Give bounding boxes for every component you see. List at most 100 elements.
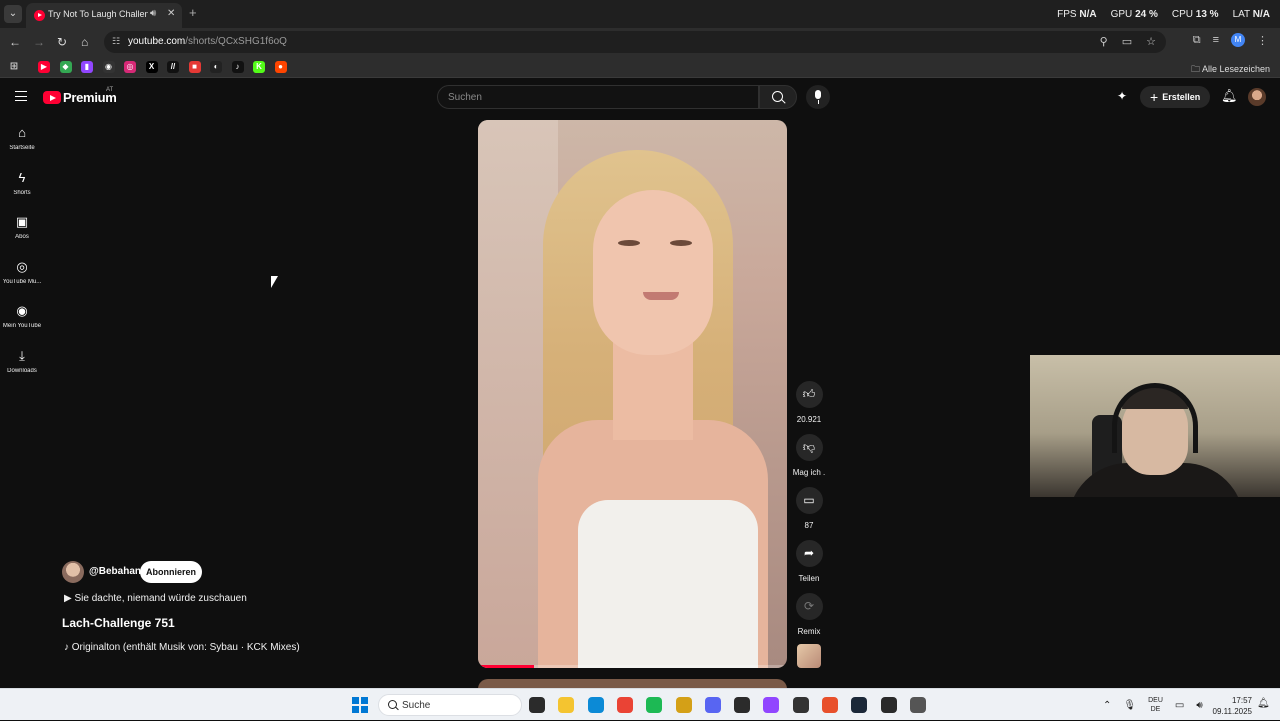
all-bookmarks-link[interactable]: 🗀︎ Alle Lesezeichen — [1191, 62, 1270, 78]
keyboard-language[interactable]: DEU DE — [1148, 696, 1163, 714]
menu-hamburger-icon[interactable] — [15, 91, 27, 101]
game-launcher-icon[interactable] — [822, 697, 838, 713]
sidebar-item-abos[interactable]: ▣ Abos — [0, 214, 44, 241]
zoom-icon[interactable]: ⚲ — [1100, 35, 1108, 48]
subscribe-button[interactable]: Abonnieren — [140, 561, 202, 583]
circle-app-icon[interactable]: ◐ — [210, 61, 222, 73]
plus-icon: + — [1150, 89, 1159, 105]
create-button[interactable]: + Erstellen — [1140, 86, 1211, 108]
search-button[interactable] — [759, 85, 797, 109]
perf-stat-cpu: CPU 13 % — [1171, 9, 1219, 20]
twitch-icon[interactable] — [763, 697, 780, 713]
microphone-icon[interactable]: 🎙︎ — [1123, 700, 1136, 711]
notification-icon[interactable]: 🔔︎ — [1257, 698, 1270, 709]
obs-icon[interactable] — [734, 697, 751, 713]
sidebar-item-shorts[interactable]: ϟ Shorts — [0, 170, 44, 196]
sound-attribution[interactable]: ♪ Originalton (enthält Musik von: Sybau … — [64, 642, 300, 653]
tab-search-button[interactable]: ⌄ — [4, 5, 22, 23]
extensions-icon[interactable]: ⧉ — [1193, 34, 1201, 47]
account-avatar[interactable] — [1248, 88, 1267, 106]
volume-icon[interactable]: 🔊︎ — [1196, 700, 1202, 711]
slash-icon[interactable]: // — [167, 61, 179, 73]
video-progress-bar[interactable] — [478, 665, 787, 668]
back-arrow-icon[interactable]: ← — [9, 35, 21, 49]
taskbar-clock[interactable]: 17:57 09.11.2025 — [1212, 695, 1252, 717]
sidebar-item-label: Mein YouTube — [2, 323, 42, 329]
browser-tab-active[interactable]: Try Not To Laugh Challenge 🔊︎ ✕ — [26, 3, 182, 28]
reload-icon[interactable]: ↻ — [57, 35, 67, 49]
colorful-icon[interactable]: ◆ — [59, 61, 72, 73]
user-icon: ◉ — [16, 303, 28, 318]
video-face — [593, 190, 713, 355]
chrome-icon[interactable] — [616, 697, 633, 713]
toolbar-right: ⧉ ≡ M ⋮ — [1193, 33, 1268, 47]
dislike-action: 👎︎ Mag ich . — [788, 434, 830, 477]
ring-app-icon[interactable] — [909, 697, 926, 713]
search-icon — [772, 91, 783, 102]
close-icon[interactable]: ✕ — [167, 8, 175, 19]
youtube-logo-icon[interactable] — [43, 91, 61, 104]
remix-icon[interactable]: ⟳ — [795, 593, 823, 620]
discord-icon[interactable] — [704, 697, 721, 713]
bookmark-star-icon[interactable]: ☆ — [1146, 35, 1156, 48]
chevron-up-icon[interactable]: ⌃ — [1103, 700, 1111, 711]
subscriptions-icon: ▣ — [15, 214, 29, 229]
profile-avatar[interactable]: M — [1231, 33, 1245, 47]
notifications-bell-icon[interactable]: 🔔︎ — [1220, 88, 1238, 106]
menu-dots-icon[interactable]: ⋮ — [1257, 34, 1268, 47]
file-explorer-dark-icon[interactable] — [529, 697, 545, 713]
red-app-icon[interactable]: ■ — [188, 61, 201, 73]
voice-search-button[interactable] — [806, 85, 830, 109]
twitch-icon[interactable]: ▮ — [81, 61, 93, 73]
spotify-icon[interactable] — [646, 697, 663, 713]
epic-games-icon[interactable] — [880, 697, 897, 713]
dislike-label: Mag ich . — [792, 468, 826, 477]
reading-list-icon[interactable]: ≡ — [1213, 34, 1219, 46]
channel-avatar[interactable] — [62, 561, 84, 583]
video-eye-right — [670, 240, 692, 246]
sidebar-item-startseite[interactable]: ⌂ Startseite — [0, 126, 44, 152]
taskbar-search[interactable]: Suche — [378, 694, 522, 716]
search-placeholder: Suchen — [448, 92, 482, 103]
network-icon[interactable]: ▭ — [1175, 700, 1184, 711]
perf-stat-gpu: GPU 24 % — [1110, 9, 1158, 20]
reddit-icon[interactable]: ● — [274, 61, 287, 73]
steam-icon[interactable] — [851, 697, 868, 713]
short-description[interactable]: ▶ Sie dachte, niemand würde zuschauen — [64, 593, 247, 604]
new-tab-button[interactable]: + — [189, 5, 197, 20]
shield-app-icon[interactable] — [792, 697, 809, 713]
home-icon[interactable]: ⌂ — [81, 35, 88, 49]
site-info-icon[interactable]: ☷ — [112, 36, 124, 47]
tiktok-icon[interactable]: ♪ — [231, 61, 244, 73]
sparkle-icon[interactable]: ✦ — [1114, 89, 1130, 105]
windows-start-icon[interactable] — [352, 697, 368, 713]
url-text: youtube.com/shorts/QCxSHG1f6oQ — [128, 36, 287, 47]
share-icon[interactable]: ➦ — [795, 540, 823, 567]
forward-arrow-icon[interactable]: → — [33, 35, 45, 49]
cast-icon[interactable]: ▭ — [1122, 35, 1132, 48]
audio-thumbnail[interactable] — [797, 644, 821, 668]
search-icon — [388, 700, 397, 709]
edge-icon[interactable] — [587, 697, 604, 713]
system-tray: ⌃ 🎙︎ DEU DE ▭ 🔊︎ — [1103, 689, 1203, 721]
instagram-icon[interactable]: ◎ — [124, 61, 136, 73]
apps-grid-icon[interactable]: ⊞ — [8, 61, 20, 73]
thumbs-down-icon[interactable]: 👎︎ — [795, 434, 823, 461]
dark-app-icon[interactable]: ◉ — [102, 61, 115, 73]
app-yellow-icon[interactable] — [675, 697, 692, 713]
short-video-player[interactable] — [478, 120, 787, 668]
youtube-favicon-icon — [34, 10, 45, 21]
channel-name[interactable]: @Bebahan — [89, 566, 141, 577]
sidebar-item-mein-youtube[interactable]: ◉ Mein YouTube — [0, 303, 44, 330]
search-input[interactable]: Suchen — [437, 85, 759, 109]
folder-icon[interactable] — [558, 697, 575, 713]
sidebar-item-youtube-mu[interactable]: ◎ YouTube Mu... — [0, 259, 44, 285]
speaker-icon[interactable]: 🔊︎ — [150, 8, 156, 19]
address-bar[interactable]: ☷ youtube.com/shorts/QCxSHG1f6oQ ⚲ ▭ ☆ — [104, 31, 1166, 53]
comment-icon[interactable]: ▭ — [795, 487, 823, 514]
x-icon[interactable]: X — [145, 61, 158, 73]
youtube-icon[interactable]: ▶ — [38, 61, 50, 73]
thumbs-up-icon[interactable]: 👍︎ — [795, 381, 823, 408]
kick-icon[interactable]: K — [253, 61, 265, 73]
sidebar-item-downloads[interactable]: ⤓ Downloads — [0, 348, 44, 374]
